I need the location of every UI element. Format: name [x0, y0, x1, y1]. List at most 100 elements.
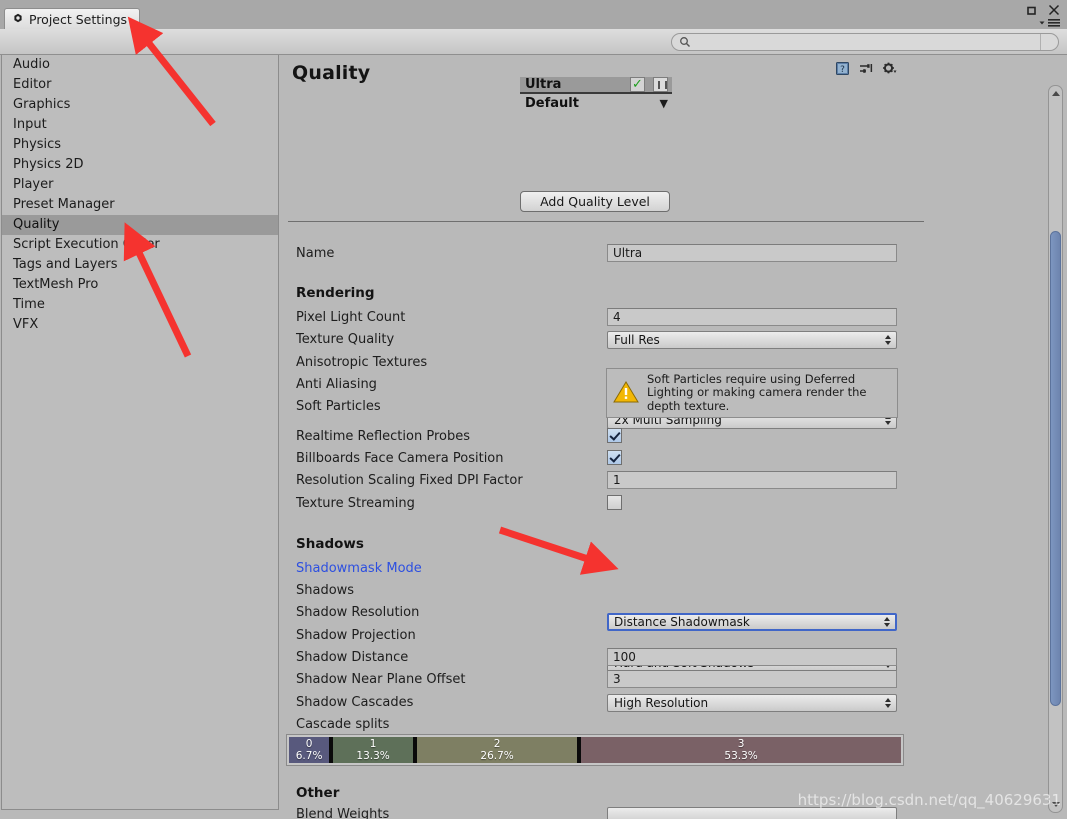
cascade-segment-2[interactable]: 2 26.7% [417, 737, 578, 763]
cascade-segment-index: 1 [369, 738, 377, 750]
divider [288, 221, 924, 222]
realtime-reflection-probes-checkbox[interactable] [607, 428, 622, 443]
cascade-segment-3[interactable]: 3 53.3% [581, 737, 901, 763]
label-shadow-near-plane-offset: Shadow Near Plane Offset [296, 672, 466, 687]
search-box[interactable] [671, 33, 1059, 51]
quality-level-row-current[interactable]: Ultra ✓ [520, 77, 672, 94]
sidebar-item-editor[interactable]: Editor [2, 75, 278, 95]
toolbar [0, 29, 1067, 55]
page-title: Quality [292, 62, 371, 84]
section-title-shadows: Shadows [296, 536, 364, 552]
label-anisotropic-textures: Anisotropic Textures [296, 355, 428, 370]
cascade-segment-0[interactable]: 0 6.7% [289, 737, 330, 763]
sidebar-item-graphics[interactable]: Graphics [2, 95, 278, 115]
unity-gear-icon [12, 13, 24, 25]
label-billboards-face-camera-position: Billboards Face Camera Position [296, 451, 504, 466]
maximize-icon[interactable] [1025, 4, 1038, 17]
chevron-updown-icon [884, 697, 891, 709]
sidebar-item-time[interactable]: Time [2, 295, 278, 315]
pixel-light-count-input[interactable]: 4 [607, 308, 897, 326]
content-area: Audio Editor Graphics Input Physics Phys… [0, 55, 1067, 819]
shadow-near-plane-offset-input[interactable]: 3 [607, 670, 897, 688]
quality-level-enabled-checkbox[interactable]: ✓ [630, 77, 645, 92]
shadow-resolution-value: High Resolution [614, 696, 709, 710]
label-pixel-light-count: Pixel Light Count [296, 310, 406, 325]
sidebar-item-vfx[interactable]: VFX [2, 315, 278, 335]
cascade-segment-percent: 6.7% [295, 750, 323, 762]
label-realtime-reflection-probes: Realtime Reflection Probes [296, 429, 470, 444]
tab-label: Project Settings [29, 11, 128, 27]
title-bar: Project Settings [0, 0, 1067, 29]
window-controls [1025, 3, 1061, 17]
tab-project-settings[interactable]: Project Settings [4, 8, 141, 29]
quality-level-default-name: Default [525, 96, 579, 111]
label-shadow-resolution: Shadow Resolution [296, 605, 420, 620]
cascade-segment-percent: 26.7% [480, 750, 514, 762]
cascade-segment-index: 3 [737, 738, 745, 750]
label-soft-particles: Soft Particles [296, 399, 381, 414]
soft-particles-warning: Soft Particles require using Deferred Li… [606, 368, 898, 418]
sidebar-item-physics[interactable]: Physics [2, 135, 278, 155]
texture-streaming-checkbox[interactable] [607, 495, 622, 510]
sidebar-item-script-execution-order[interactable]: Script Execution Order [2, 235, 278, 255]
section-title-rendering: Rendering [296, 285, 375, 301]
unity-project-settings-window: Project Settings Audio Editor Graphics I… [0, 0, 1067, 819]
chevron-updown-icon [883, 616, 890, 628]
chevron-down-icon[interactable]: ▼ [660, 97, 668, 110]
blend-weights-dropdown[interactable] [607, 807, 897, 819]
gear-dropdown-icon[interactable] [882, 62, 898, 79]
name-input[interactable]: Ultra [607, 244, 897, 262]
shadow-distance-input[interactable]: 100 [607, 648, 897, 666]
search-clear-button[interactable] [1040, 34, 1056, 50]
quality-level-list[interactable]: Ultra ✓ Default ▼ [520, 77, 672, 113]
panel-menu-icon[interactable] [1038, 17, 1061, 28]
sidebar-item-quality[interactable]: Quality [2, 215, 278, 235]
sidebar-item-textmesh-pro[interactable]: TextMesh Pro [2, 275, 278, 295]
label-shadow-cascades: Shadow Cascades [296, 695, 414, 710]
sidebar-item-audio[interactable]: Audio [2, 55, 278, 75]
scrollbar-thumb[interactable] [1050, 231, 1061, 706]
preset-icon[interactable] [859, 62, 873, 79]
scroll-up-button[interactable] [1049, 87, 1062, 100]
cascade-splits-bar[interactable]: 0 6.7% 1 13.3% 2 26.7% 3 53.3% [286, 734, 904, 766]
cascade-segment-1[interactable]: 1 13.3% [333, 737, 413, 763]
warning-text: Soft Particles require using Deferred Li… [647, 371, 867, 413]
warning-triangle-icon [613, 380, 639, 407]
add-quality-level-button[interactable]: Add Quality Level [520, 191, 670, 212]
section-title-other: Other [296, 785, 340, 801]
scroll-down-button[interactable] [1049, 798, 1062, 811]
billboards-face-camera-position-checkbox[interactable] [607, 450, 622, 465]
close-icon[interactable] [1047, 3, 1061, 17]
label-texture-streaming: Texture Streaming [296, 496, 415, 511]
quality-level-name: Ultra [525, 77, 562, 92]
shadow-resolution-dropdown[interactable]: High Resolution [607, 694, 897, 712]
sidebar-item-tags-and-layers[interactable]: Tags and Layers [2, 255, 278, 275]
cascade-segment-index: 0 [305, 738, 313, 750]
chevron-updown-icon [884, 334, 891, 346]
search-input[interactable] [691, 34, 1040, 50]
svg-text:?: ? [840, 65, 845, 75]
trash-icon[interactable] [653, 77, 668, 92]
sidebar-item-player[interactable]: Player [2, 175, 278, 195]
vertical-scrollbar[interactable] [1048, 85, 1063, 813]
sidebar-item-input[interactable]: Input [2, 115, 278, 135]
sidebar-item-physics-2d[interactable]: Physics 2D [2, 155, 278, 175]
shadowmask-mode-dropdown[interactable]: Distance Shadowmask [607, 613, 897, 631]
panel-header-icons: ? [835, 61, 898, 79]
texture-quality-dropdown[interactable]: Full Res [607, 331, 897, 349]
help-book-icon[interactable]: ? [835, 61, 850, 79]
label-anti-aliasing: Anti Aliasing [296, 377, 377, 392]
label-shadows: Shadows [296, 583, 355, 598]
label-shadow-distance: Shadow Distance [296, 650, 409, 665]
settings-sidebar[interactable]: Audio Editor Graphics Input Physics Phys… [1, 55, 279, 810]
quality-settings-panel: Quality ? Ultra ✓ Default ▼ Add Quality … [280, 55, 1040, 819]
label-shadowmask-mode[interactable]: Shadowmask Mode [296, 561, 422, 576]
quality-level-row-default[interactable]: Default ▼ [520, 94, 672, 113]
shadowmask-mode-value: Distance Shadowmask [614, 615, 750, 629]
sidebar-item-preset-manager[interactable]: Preset Manager [2, 195, 278, 215]
label-texture-quality: Texture Quality [296, 332, 395, 347]
resolution-scaling-fixed-dpi-factor-input[interactable]: 1 [607, 471, 897, 489]
cascade-segment-percent: 13.3% [356, 750, 390, 762]
cascade-segment-percent: 53.3% [724, 750, 758, 762]
label-name: Name [296, 246, 335, 261]
